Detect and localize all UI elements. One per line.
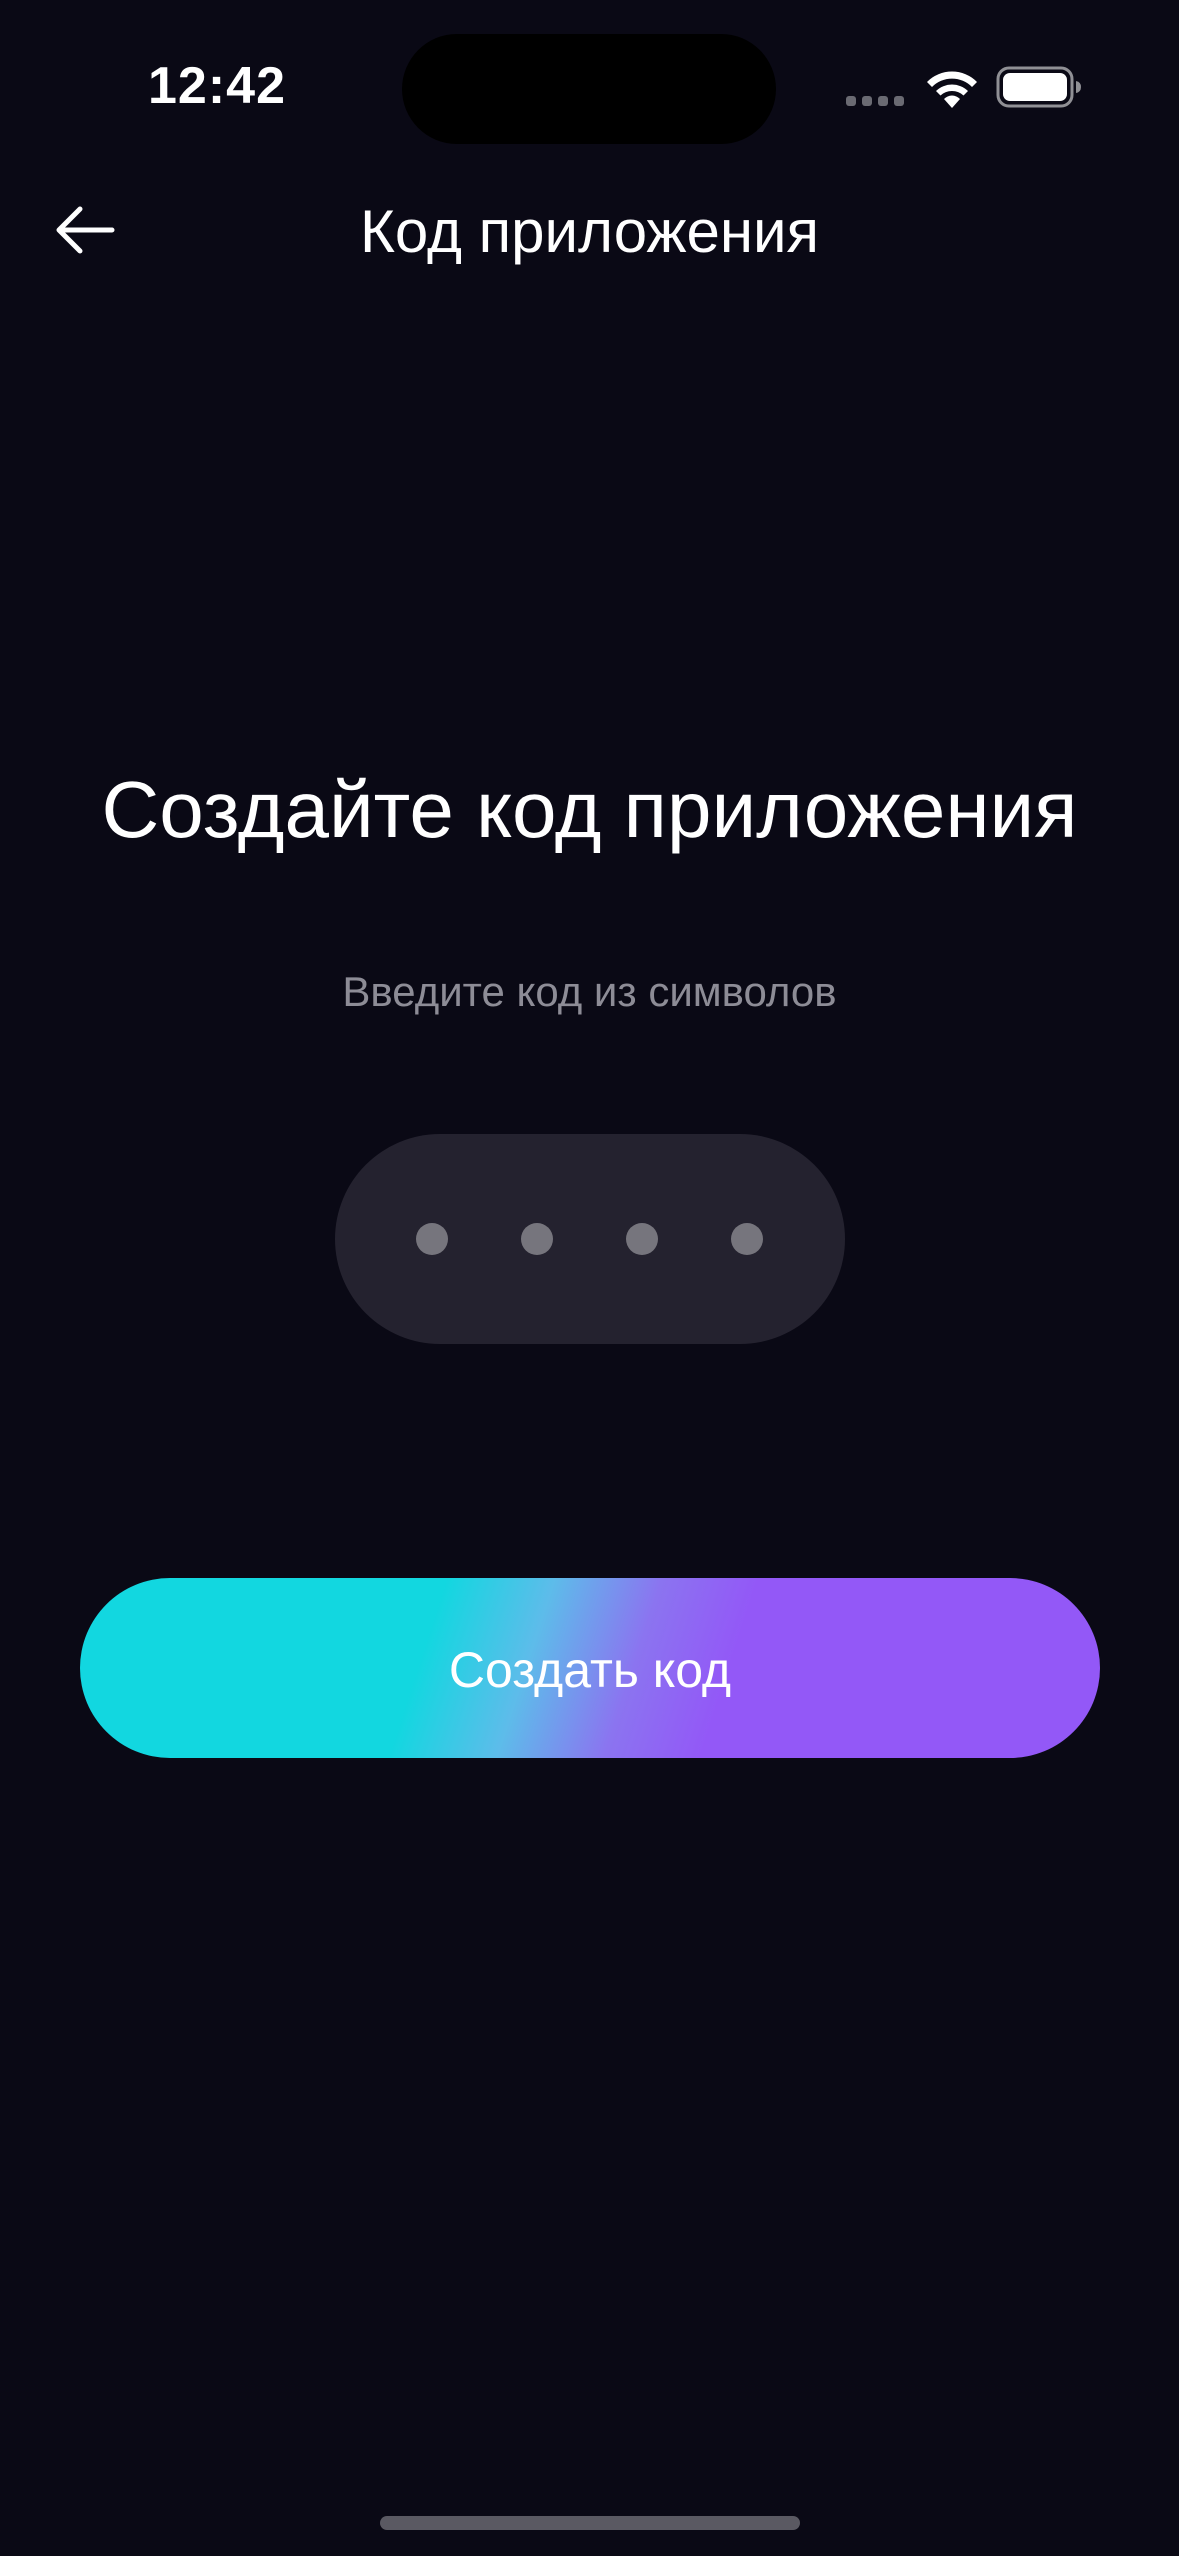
page-title: Код приложения bbox=[359, 198, 820, 265]
home-indicator[interactable] bbox=[380, 2516, 800, 2530]
subtitle-hint: Введите код из символов bbox=[342, 968, 837, 1015]
wifi-icon bbox=[927, 71, 977, 108]
code-dot bbox=[521, 1223, 553, 1255]
create-code-button[interactable]: Создать код bbox=[80, 1578, 1100, 1758]
status-time: 12:42 bbox=[148, 57, 286, 115]
main-heading: Создайте код приложения bbox=[101, 765, 1078, 854]
battery-icon bbox=[996, 66, 1081, 108]
navigation-header: Код приложения bbox=[0, 180, 1179, 280]
code-dot bbox=[731, 1223, 763, 1255]
status-bar: 12:42 bbox=[0, 0, 1179, 180]
code-input-field[interactable] bbox=[335, 1134, 845, 1344]
dynamic-island bbox=[402, 34, 776, 144]
cellular-signal-icon bbox=[846, 96, 904, 108]
create-code-button-label: Создать код bbox=[448, 1642, 732, 1698]
code-dot bbox=[416, 1223, 448, 1255]
code-dot bbox=[626, 1223, 658, 1255]
